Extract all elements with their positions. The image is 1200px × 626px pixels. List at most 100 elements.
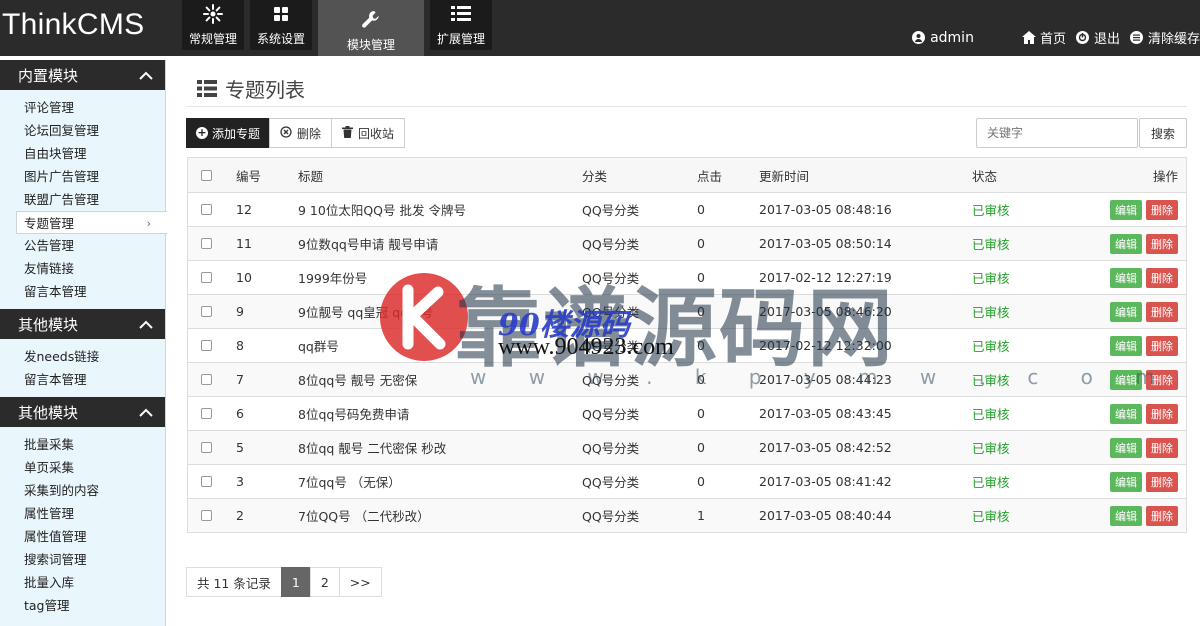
sidebar-item[interactable]: 发needs链接 xyxy=(0,345,165,368)
row-title: qq群号 xyxy=(298,339,339,354)
topnav-modules[interactable]: 模块管理 xyxy=(318,0,424,56)
add-topic-button[interactable]: + 添加专题 xyxy=(186,118,271,148)
page-title-text: 专题列表 xyxy=(225,78,305,102)
list-icon xyxy=(197,80,217,97)
grid-icon xyxy=(270,3,292,25)
row-title: 9位数qq号申请 靓号申请 xyxy=(298,237,439,252)
row-delete-button[interactable]: 删除 xyxy=(1146,437,1178,458)
edit-button[interactable]: 编辑 xyxy=(1110,335,1142,356)
row-actions: 编辑 删除 xyxy=(1110,199,1178,220)
row-checkbox[interactable] xyxy=(200,272,212,283)
recycle-bin-label: 回收站 xyxy=(358,126,395,141)
row-delete-button[interactable]: 删除 xyxy=(1146,267,1178,288)
sidebar-group-title: 其他模块 xyxy=(18,315,79,334)
clear-cache-link[interactable]: 清除缓存 xyxy=(1129,28,1200,47)
header-hits: 点击 xyxy=(697,168,723,184)
sidebar-item[interactable]: 搜索词管理 xyxy=(0,548,165,571)
row-category: QQ号分类 xyxy=(582,237,640,252)
home-link[interactable]: 首页 xyxy=(1021,28,1066,47)
row-delete-button[interactable]: 删除 xyxy=(1146,301,1178,322)
row-actions: 编辑 删除 xyxy=(1110,233,1178,254)
row-delete-button[interactable]: 删除 xyxy=(1146,471,1178,492)
page-1-button[interactable]: 1 xyxy=(280,567,311,597)
row-title: 7位QQ号 （二代秒改） xyxy=(298,509,430,524)
row-hits: 0 xyxy=(697,304,705,319)
sidebar-item[interactable]: 属性值管理 xyxy=(0,525,165,548)
header-ops: 操作 xyxy=(1152,168,1178,184)
sidebar-item-active[interactable]: 专题管理 › xyxy=(16,211,167,234)
recycle-bin-button[interactable]: 回收站 xyxy=(331,118,406,148)
topnav-system[interactable]: 系统设置 xyxy=(250,0,312,50)
row-checkbox[interactable] xyxy=(200,476,212,487)
edit-button[interactable]: 编辑 xyxy=(1110,233,1142,254)
sidebar-item[interactable]: 留言本管理 xyxy=(0,368,165,391)
edit-button[interactable]: 编辑 xyxy=(1110,267,1142,288)
row-checkbox[interactable] xyxy=(200,306,212,317)
sidebar-group-header[interactable]: 其他模块 xyxy=(0,397,165,427)
sidebar-item[interactable]: 采集到的内容 xyxy=(0,479,165,502)
row-delete-button[interactable]: 删除 xyxy=(1146,403,1178,424)
sidebar-group-header[interactable]: 其他模块 xyxy=(0,309,165,339)
row-category: QQ号分类 xyxy=(582,305,640,320)
sidebar-item[interactable]: 批量入库 xyxy=(0,571,165,594)
row-hits: 0 xyxy=(697,270,705,285)
home-label: 首页 xyxy=(1039,32,1066,47)
topnav-extensions[interactable]: 扩展管理 xyxy=(430,0,492,50)
sidebar-item[interactable]: 评论管理 xyxy=(0,96,165,119)
row-checkbox[interactable] xyxy=(200,408,212,419)
edit-button[interactable]: 编辑 xyxy=(1110,505,1142,526)
sidebar-item[interactable]: tag管理 xyxy=(0,594,165,617)
row-checkbox[interactable] xyxy=(200,374,212,385)
row-actions: 编辑 删除 xyxy=(1110,437,1178,458)
row-delete-button[interactable]: 删除 xyxy=(1146,505,1178,526)
row-checkbox[interactable] xyxy=(200,204,212,215)
row-checkbox[interactable] xyxy=(200,442,212,453)
sidebar-item[interactable]: 自由块管理 xyxy=(0,142,165,165)
search-button[interactable]: 搜索 xyxy=(1139,118,1187,148)
row-id: 6 xyxy=(236,406,244,421)
row-delete-button[interactable]: 删除 xyxy=(1146,369,1178,390)
page-2-button[interactable]: 2 xyxy=(309,567,340,597)
app-logo[interactable]: ThinkCMS xyxy=(2,8,144,42)
edit-button[interactable]: 编辑 xyxy=(1110,369,1142,390)
row-checkbox[interactable] xyxy=(200,340,212,351)
row-title: 1999年份号 xyxy=(298,271,368,286)
edit-button[interactable]: 编辑 xyxy=(1110,199,1142,220)
row-category: QQ号分类 xyxy=(582,509,640,524)
delete-button[interactable]: 删除 xyxy=(269,118,333,148)
sidebar-item[interactable]: 联盟广告管理 xyxy=(0,188,165,211)
edit-button[interactable]: 编辑 xyxy=(1110,471,1142,492)
sidebar-group-header[interactable]: 内置模块 xyxy=(0,60,165,90)
user-menu[interactable]: admin xyxy=(912,30,974,46)
row-id: 9 xyxy=(236,304,244,319)
row-delete-button[interactable]: 删除 xyxy=(1146,199,1178,220)
edit-button[interactable]: 编辑 xyxy=(1110,437,1142,458)
sidebar-item[interactable]: 论坛回复管理 xyxy=(0,119,165,142)
row-status: 已审核 xyxy=(972,475,1010,490)
row-checkbox[interactable] xyxy=(200,238,212,249)
edit-button[interactable]: 编辑 xyxy=(1110,301,1142,322)
table-row: 6 8位qq号码免费申请 QQ号分类 0 2017-03-05 08:43:45 已审核 编… xyxy=(188,396,1186,430)
logout-link[interactable]: 退出 xyxy=(1075,28,1120,47)
keyword-search-input[interactable] xyxy=(976,118,1138,148)
sidebar-item[interactable]: 公告管理 xyxy=(0,234,165,257)
sidebar-item[interactable]: 单页采集 xyxy=(0,456,165,479)
row-hits: 0 xyxy=(697,406,705,421)
row-checkbox[interactable] xyxy=(200,510,212,521)
select-all-checkbox[interactable] xyxy=(200,169,212,181)
row-delete-button[interactable]: 删除 xyxy=(1146,335,1178,356)
edit-button[interactable]: 编辑 xyxy=(1110,403,1142,424)
sidebar-item[interactable]: 批量采集 xyxy=(0,433,165,456)
topnav-label: 扩展管理 xyxy=(436,32,485,46)
row-updated: 2017-03-05 08:46:20 xyxy=(759,304,892,319)
sidebar-item[interactable]: 属性管理 xyxy=(0,502,165,525)
row-delete-button[interactable]: 删除 xyxy=(1146,233,1178,254)
row-updated: 2017-02-12 12:27:19 xyxy=(759,270,892,285)
next-page-button[interactable]: >> xyxy=(338,567,382,597)
row-id: 3 xyxy=(236,474,244,489)
sidebar-item[interactable]: 友情链接 xyxy=(0,257,165,280)
topnav-general[interactable]: 常规管理 xyxy=(182,0,244,50)
sidebar-item[interactable]: 图片广告管理 xyxy=(0,165,165,188)
page-title: 专题列表 xyxy=(197,74,305,103)
sidebar-item[interactable]: 留言本管理 xyxy=(0,280,165,303)
